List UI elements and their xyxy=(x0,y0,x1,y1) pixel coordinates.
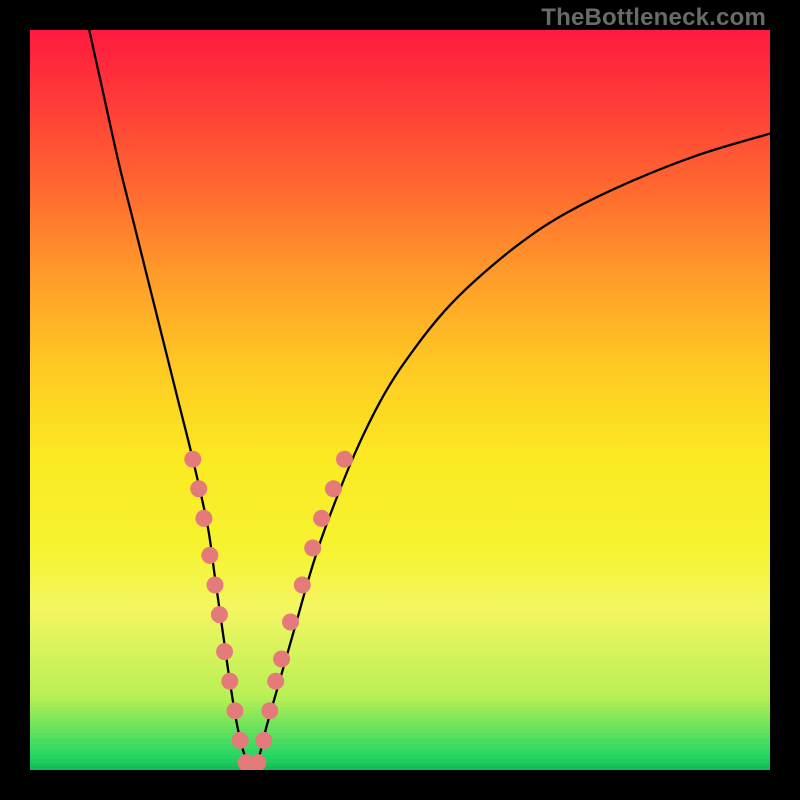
highlight-dot xyxy=(294,577,311,594)
highlight-dot xyxy=(184,451,201,468)
highlight-dot xyxy=(216,643,233,660)
highlight-dot xyxy=(232,732,249,749)
highlight-dot xyxy=(282,614,299,631)
highlight-dot xyxy=(336,451,353,468)
highlight-dot xyxy=(190,480,207,497)
highlight-dot xyxy=(261,702,278,719)
highlight-dot xyxy=(227,702,244,719)
highlight-dot xyxy=(195,510,212,527)
curve-layer xyxy=(30,30,770,770)
highlight-dot xyxy=(267,673,284,690)
highlight-dot xyxy=(221,673,238,690)
highlight-dot xyxy=(273,651,290,668)
highlight-dot xyxy=(207,577,224,594)
highlight-dot xyxy=(211,606,228,623)
highlight-dot xyxy=(325,480,342,497)
plot-area xyxy=(30,30,770,770)
highlight-dot xyxy=(255,732,272,749)
bottleneck-curve xyxy=(89,30,770,770)
highlight-dot xyxy=(304,540,321,557)
highlight-dot xyxy=(313,510,330,527)
watermark-text: TheBottleneck.com xyxy=(541,4,766,32)
chart-frame: TheBottleneck.com xyxy=(0,0,800,800)
highlight-dot xyxy=(201,547,218,564)
